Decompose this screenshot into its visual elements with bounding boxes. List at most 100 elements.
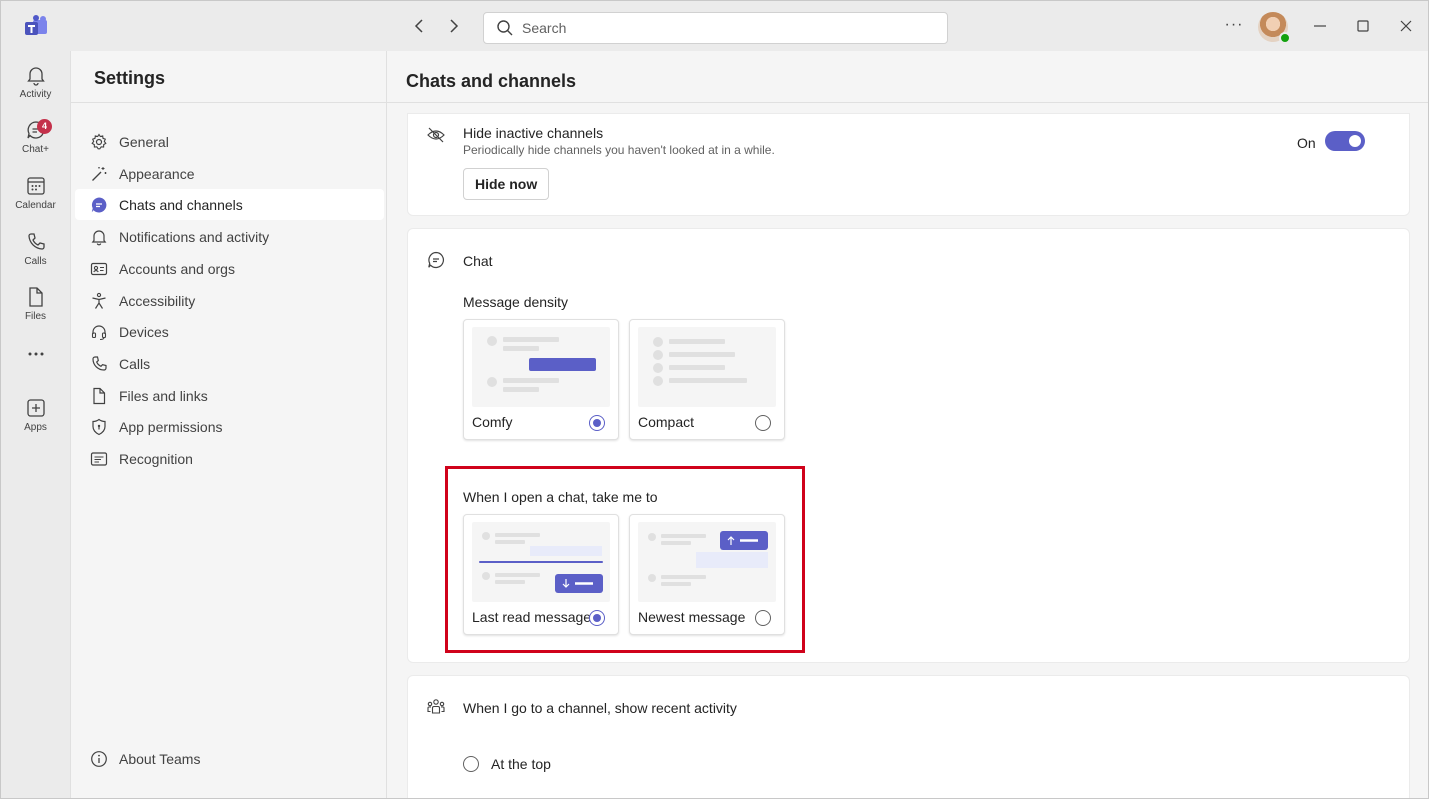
comfy-radio[interactable]: [589, 415, 605, 431]
main-content: Chats and channels Hide inactive channel…: [387, 51, 1428, 798]
compact-radio[interactable]: [755, 415, 771, 431]
search-box[interactable]: [483, 12, 948, 44]
option-label: Comfy: [472, 414, 513, 430]
settings-nav-chats-and-channels[interactable]: Chats and channels: [75, 189, 384, 220]
contact-card-icon: [90, 262, 108, 275]
toggle-state-label: On: [1297, 135, 1316, 151]
at-the-top-radio[interactable]: [463, 756, 479, 772]
open-chat-option-newest[interactable]: Newest message: [629, 514, 785, 635]
divider: [387, 102, 1428, 103]
nav-label: Accessibility: [119, 292, 196, 309]
nav-label: General: [119, 133, 169, 150]
search-icon: [497, 20, 513, 36]
maximize-button[interactable]: [1353, 16, 1373, 36]
open-chat-label: When I open a chat, take me to: [463, 489, 658, 505]
rail-item-files[interactable]: Files: [1, 286, 70, 336]
nav-label: Files and links: [119, 387, 208, 404]
settings-nav-files-and-links[interactable]: Files and links: [75, 380, 384, 411]
nav-label: App permissions: [119, 418, 223, 435]
chevron-left-icon: [414, 19, 423, 33]
title-bar: ···: [1, 1, 1428, 51]
comfy-preview: [472, 327, 610, 407]
bell-icon: [91, 229, 107, 245]
hide-now-button[interactable]: Hide now: [463, 168, 550, 200]
rail-item-calendar[interactable]: Calendar: [1, 175, 70, 225]
teams-logo-icon[interactable]: [23, 15, 49, 39]
search-input[interactable]: [522, 20, 922, 36]
option-label: Newest message: [638, 609, 746, 625]
rail-label: Calendar: [15, 200, 56, 211]
newest-radio[interactable]: [755, 610, 771, 626]
gear-icon: [91, 132, 107, 149]
settings-title: Settings: [94, 68, 166, 88]
section-title: When I go to a channel, show recent acti…: [463, 700, 737, 716]
app-rail: Activity 4 Chat+ Calendar Calls Files Ap…: [1, 51, 70, 798]
nav-label: Devices: [119, 323, 169, 340]
settings-nav-calls[interactable]: Calls: [75, 348, 384, 379]
nav-label: Accounts and orgs: [119, 260, 235, 277]
accessibility-icon: [92, 292, 106, 309]
rail-item-calls[interactable]: Calls: [1, 231, 70, 281]
file-icon: [28, 287, 43, 307]
option-label: Compact: [638, 414, 695, 430]
phone-icon: [92, 355, 107, 371]
compact-preview: [638, 327, 776, 407]
chevron-right-icon: [450, 19, 459, 33]
eye-hidden-icon: [427, 127, 445, 143]
settings-nav-devices[interactable]: Devices: [75, 316, 384, 347]
option-label: At the top: [491, 756, 551, 772]
about-teams-link[interactable]: About Teams: [75, 743, 384, 774]
settings-nav-accessibility[interactable]: Accessibility: [75, 285, 384, 316]
settings-nav-general[interactable]: General: [75, 126, 384, 157]
settings-nav-accounts[interactable]: Accounts and orgs: [75, 253, 384, 284]
people-team-icon: [427, 699, 445, 714]
shield-icon: [92, 418, 106, 435]
divider: [71, 102, 387, 103]
add-app-icon: [26, 399, 45, 417]
newest-preview: [638, 522, 776, 602]
hide-inactive-channels-card: Hide inactive channels Periodically hide…: [407, 113, 1410, 216]
option-label: Last read message: [472, 609, 592, 625]
minimize-button[interactable]: [1310, 16, 1330, 36]
info-icon: [91, 750, 107, 767]
nav-label: Appearance: [119, 165, 195, 182]
rail-item-chat[interactable]: 4 Chat+: [1, 119, 70, 169]
rail-item-activity[interactable]: Activity: [1, 64, 70, 114]
more-options-button[interactable]: ···: [1223, 16, 1245, 36]
settings-nav-appearance[interactable]: Appearance: [75, 158, 384, 189]
hide-inactive-toggle[interactable]: [1325, 131, 1365, 151]
settings-nav-recognition[interactable]: Recognition: [75, 443, 384, 474]
nav-label: Notifications and activity: [119, 228, 270, 245]
chat-icon: [428, 251, 444, 269]
back-button[interactable]: [411, 17, 429, 35]
last-read-preview: [472, 522, 610, 602]
density-option-comfy[interactable]: Comfy: [463, 319, 619, 440]
rail-label: Activity: [19, 89, 52, 100]
arrow-down-icon: [562, 579, 593, 588]
forward-button[interactable]: [444, 17, 462, 35]
presence-available-icon: [1279, 32, 1291, 44]
profile-avatar[interactable]: [1258, 12, 1291, 44]
rail-label: Calls: [24, 256, 47, 267]
nav-label: Chats and channels: [119, 196, 243, 213]
rail-label: Chat+: [22, 144, 49, 155]
rail-item-more[interactable]: [1, 349, 70, 371]
open-chat-option-last-read[interactable]: Last read message: [463, 514, 619, 635]
density-option-compact[interactable]: Compact: [629, 319, 785, 440]
document-icon: [93, 387, 106, 404]
close-button[interactable]: [1396, 16, 1416, 36]
last-read-radio[interactable]: [589, 610, 605, 626]
magic-wand-icon: [92, 166, 107, 181]
chat-settings-card: Chat Message density Comfy Compact When …: [407, 228, 1410, 663]
unread-badge: 4: [37, 119, 52, 134]
headset-icon: [91, 324, 107, 340]
calendar-icon: [26, 177, 45, 195]
channel-activity-card: When I go to a channel, show recent acti…: [407, 675, 1410, 798]
rail-item-apps[interactable]: Apps: [1, 397, 70, 447]
settings-nav-notifications[interactable]: Notifications and activity: [75, 221, 384, 252]
chat-bubble-icon: [91, 197, 107, 212]
nav-label: Recognition: [119, 450, 193, 467]
text-box-icon: [90, 451, 108, 466]
setting-title: Hide inactive channels: [463, 125, 604, 141]
settings-nav-app-permissions[interactable]: App permissions: [75, 411, 384, 442]
